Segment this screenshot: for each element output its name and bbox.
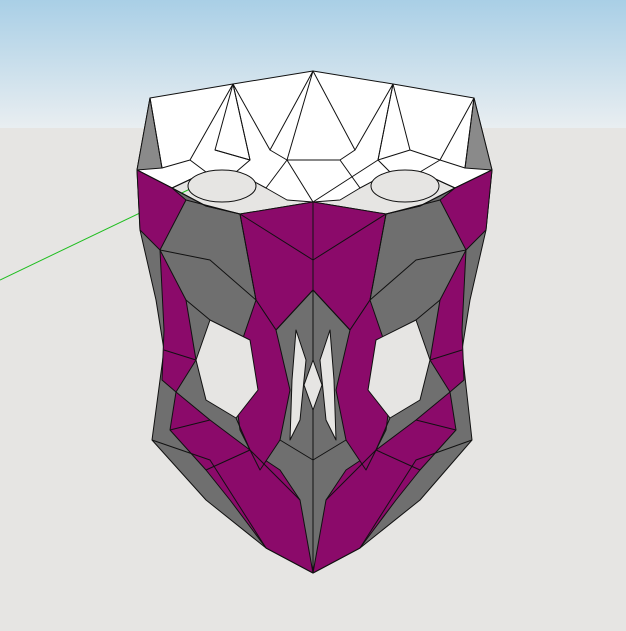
modeling-viewport[interactable] [0,0,626,631]
scene-canvas[interactable] [0,0,626,631]
left-eye-opening [187,169,257,203]
right-eye-opening [370,169,440,203]
